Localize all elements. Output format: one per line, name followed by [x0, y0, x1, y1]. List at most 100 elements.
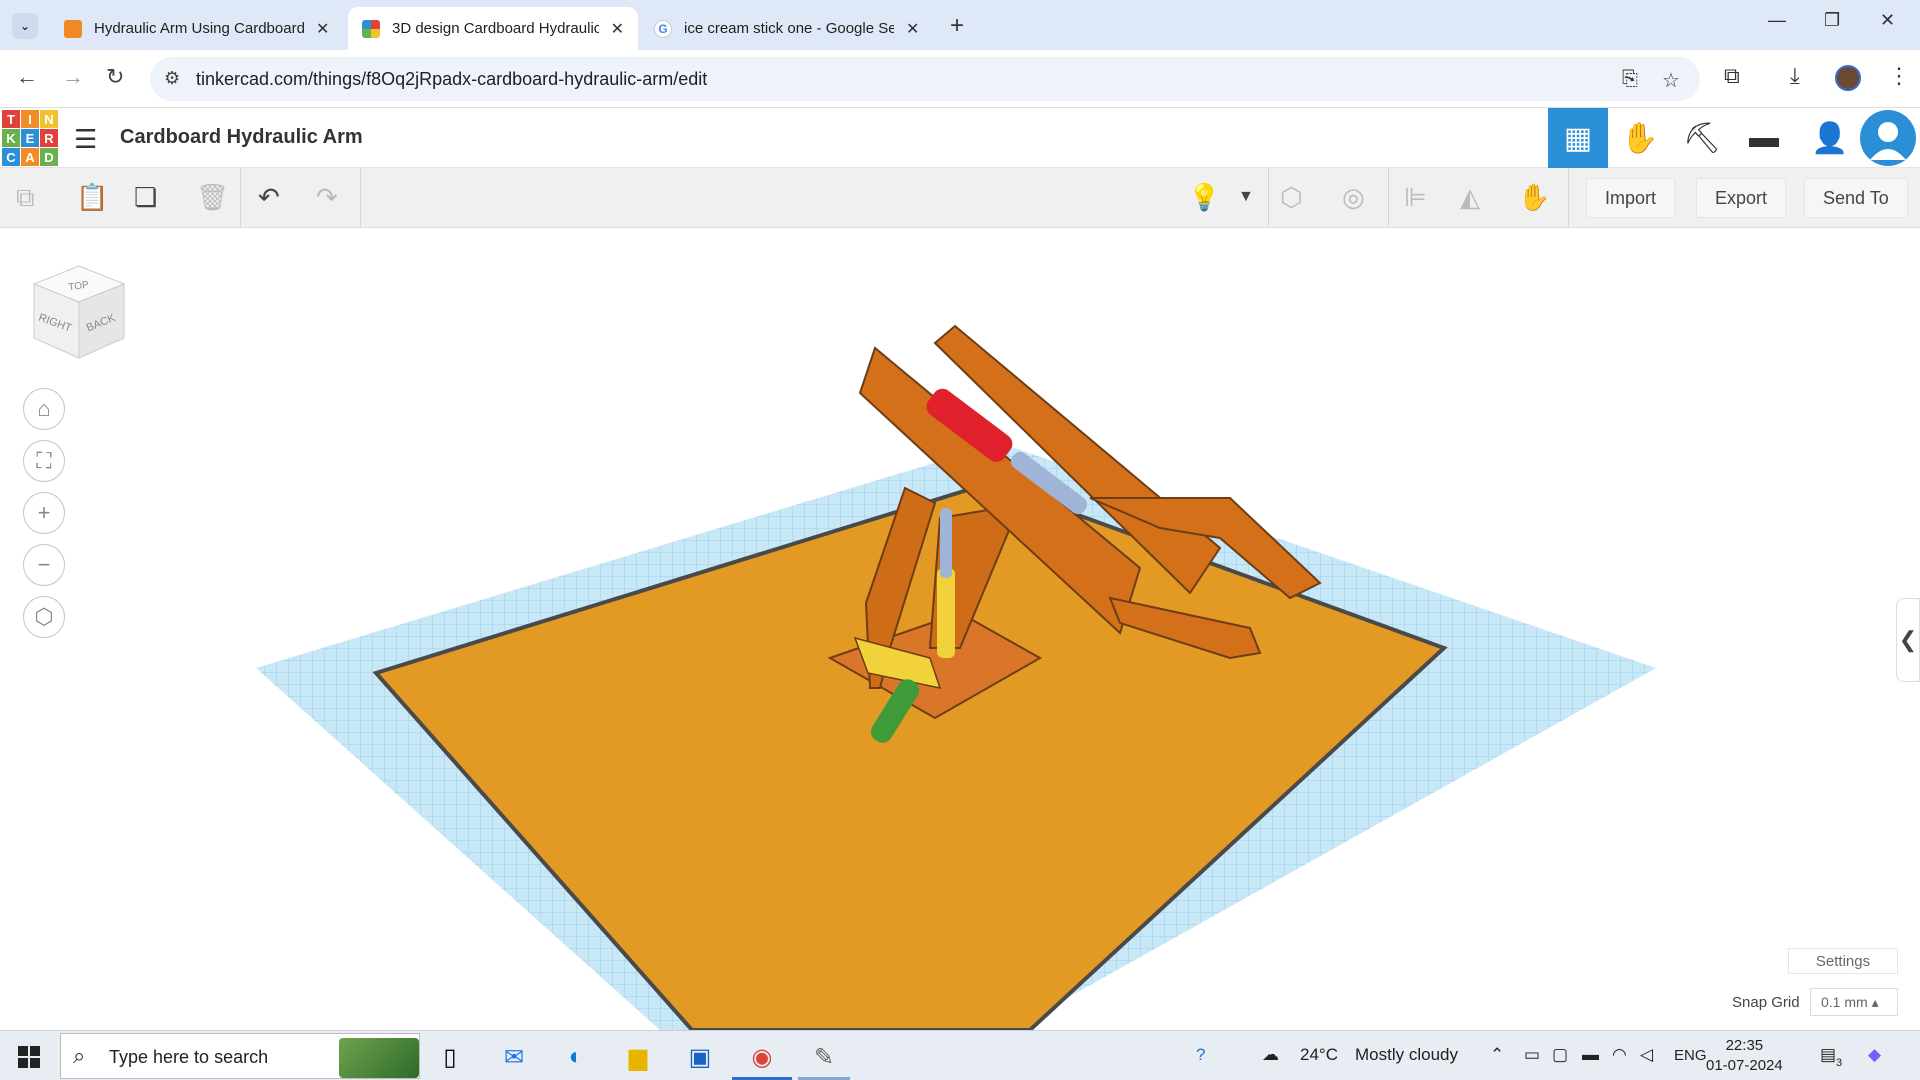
- taskbar-search[interactable]: ⌕ Type here to search: [60, 1033, 420, 1079]
- ungroup-icon[interactable]: ◎: [1342, 182, 1365, 213]
- redo-icon[interactable]: ↷: [316, 182, 338, 213]
- notification-count: 3: [1836, 1057, 1843, 1069]
- site-info-icon[interactable]: ⚙: [164, 68, 180, 89]
- windows-start-icon[interactable]: [18, 1046, 40, 1068]
- zoom-out-icon[interactable]: −: [23, 544, 65, 586]
- battery-icon[interactable]: ▬: [1582, 1045, 1599, 1065]
- duplicate-icon[interactable]: ❏: [134, 182, 157, 213]
- extensions-icon[interactable]: ⧉: [1724, 63, 1740, 89]
- logo-letter: E: [21, 129, 39, 147]
- reload-icon[interactable]: ↻: [106, 64, 124, 90]
- chrome-icon[interactable]: ◉: [746, 1041, 778, 1073]
- tinkercad-logo[interactable]: T I N K E R C A D: [2, 110, 58, 166]
- weather-icon[interactable]: ☁: [1262, 1045, 1279, 1065]
- lightbulb-icon[interactable]: 💡: [1188, 182, 1220, 213]
- tab-title: ice cream stick one - Google Se: [684, 20, 894, 37]
- help-icon[interactable]: ?: [1196, 1045, 1205, 1065]
- divider: [1268, 168, 1269, 228]
- panel-expand-icon[interactable]: ❮: [1896, 598, 1920, 682]
- logo-letter: T: [2, 110, 20, 128]
- paste-icon[interactable]: 📋: [76, 182, 108, 213]
- snap-grid-select[interactable]: 0.1 mm ▴: [1810, 988, 1898, 1016]
- new-tab-button[interactable]: +: [950, 12, 964, 40]
- tinkercad-header: T I N K E R C A D ☰ Cardboard Hydraulic …: [0, 108, 1920, 168]
- grid-view-icon[interactable]: ▦: [1548, 108, 1608, 168]
- tab-title: 3D design Cardboard Hydraulic: [392, 20, 599, 37]
- close-tab-icon[interactable]: ✕: [611, 19, 624, 39]
- tray-overflow-icon[interactable]: ⌃: [1490, 1045, 1504, 1065]
- weather-desc: Mostly cloudy: [1355, 1045, 1458, 1064]
- bookmark-star-icon[interactable]: ☆: [1662, 68, 1680, 93]
- tinkercad-favicon-icon: [362, 19, 380, 38]
- forward-icon[interactable]: →: [62, 64, 84, 90]
- divider: [1388, 168, 1389, 228]
- group-icon[interactable]: ⬡: [1280, 182, 1303, 213]
- copy-icon[interactable]: ⧉: [16, 182, 35, 214]
- url-text: tinkercad.com/things/f8Oq2jRpadx-cardboa…: [196, 69, 708, 89]
- edge-icon[interactable]: ◐: [560, 1041, 592, 1073]
- browser-tabbar: ⌄ Hydraulic Arm Using Cardboard ✕ 3D des…: [0, 0, 1920, 50]
- divider: [240, 168, 241, 228]
- browser-profile-avatar[interactable]: [1835, 65, 1861, 91]
- url-field[interactable]: ⚙ tinkercad.com/things/f8Oq2jRpadx-cardb…: [150, 57, 1700, 101]
- mirror-icon[interactable]: ◭: [1460, 182, 1480, 213]
- dropdown-caret-icon[interactable]: ▼: [1238, 188, 1254, 206]
- windows-taskbar: ⌕ Type here to search ▯ ✉ ◐ ▆ ▣ ◉ ✎ ? ☁ …: [0, 1030, 1920, 1080]
- clock[interactable]: 22:35 01-07-2024: [1706, 1036, 1783, 1076]
- 3d-scene[interactable]: [0, 228, 1920, 1030]
- fit-view-icon[interactable]: ⛶: [23, 440, 65, 482]
- paint-icon[interactable]: ✎: [808, 1041, 840, 1073]
- restore-icon[interactable]: ❐: [1824, 10, 1840, 31]
- perspective-icon[interactable]: ⬡: [23, 596, 65, 638]
- tab-3d-design[interactable]: 3D design Cardboard Hydraulic ✕: [348, 7, 638, 50]
- codeblocks-icon[interactable]: ✋: [1610, 108, 1670, 168]
- wifi-icon[interactable]: ◠: [1612, 1045, 1627, 1065]
- home-view-icon[interactable]: ⌂: [23, 388, 65, 430]
- workplane-canvas[interactable]: TOP RIGHT BACK ⌂ ⛶ + − ⬡ ❮ Settings Snap…: [0, 228, 1920, 1030]
- downloads-icon[interactable]: ⤓: [1790, 63, 1800, 89]
- undo-icon[interactable]: ↶: [258, 182, 280, 213]
- bricks-icon[interactable]: ▬: [1734, 108, 1794, 168]
- settings-button[interactable]: Settings: [1788, 948, 1898, 974]
- clock-date: 01-07-2024: [1706, 1057, 1783, 1074]
- volume-icon[interactable]: ◁: [1640, 1045, 1653, 1065]
- tab-hydraulic-arm[interactable]: Hydraulic Arm Using Cardboard ✕: [50, 7, 343, 50]
- browser-menu-icon[interactable]: ⋮: [1888, 63, 1910, 89]
- tab-search-dropdown[interactable]: ⌄: [12, 13, 38, 39]
- notifications-icon[interactable]: ▤: [1820, 1045, 1836, 1065]
- send-to-button[interactable]: Send To: [1804, 178, 1908, 218]
- delete-icon[interactable]: 🗑: [196, 182, 229, 213]
- copilot-icon[interactable]: ◆: [1868, 1045, 1881, 1065]
- meet-icon[interactable]: ▭: [1524, 1045, 1540, 1065]
- export-button[interactable]: Export: [1696, 178, 1787, 218]
- view-cube[interactable]: TOP RIGHT BACK: [24, 258, 134, 368]
- import-button[interactable]: Import: [1586, 178, 1676, 218]
- mail-icon[interactable]: ✉: [498, 1041, 530, 1073]
- back-icon[interactable]: ←: [16, 64, 38, 90]
- logo-letter: C: [2, 148, 20, 166]
- profile-icon[interactable]: [1860, 110, 1916, 166]
- store-icon[interactable]: ▣: [684, 1041, 716, 1073]
- edit-toolbar: ⧉ 📋 ❏ 🗑 ↶ ↷ 💡 ▼ ⬡ ◎ ⊫ ◭ ✋ Import Export …: [0, 168, 1920, 228]
- design-title[interactable]: Cardboard Hydraulic Arm: [120, 126, 363, 149]
- close-tab-icon[interactable]: ✕: [316, 19, 329, 39]
- close-tab-icon[interactable]: ✕: [906, 19, 919, 39]
- instructables-favicon-icon: [64, 19, 82, 38]
- install-app-icon[interactable]: ⎘: [1622, 68, 1638, 91]
- tab-title: Hydraulic Arm Using Cardboard: [94, 20, 304, 37]
- cruise-icon[interactable]: ✋: [1518, 182, 1550, 213]
- minecraft-pickaxe-icon[interactable]: ⛏: [1672, 108, 1732, 168]
- logo-letter: D: [40, 148, 58, 166]
- add-user-icon[interactable]: 👤: [1800, 108, 1860, 168]
- design-list-icon[interactable]: ☰: [74, 124, 97, 155]
- zoom-in-icon[interactable]: +: [23, 492, 65, 534]
- file-explorer-icon[interactable]: ▆: [622, 1041, 654, 1073]
- tab-google-search[interactable]: G ice cream stick one - Google Se ✕: [640, 7, 933, 50]
- minimize-icon[interactable]: —: [1768, 10, 1786, 31]
- close-window-icon[interactable]: ✕: [1880, 10, 1895, 31]
- task-view-icon[interactable]: ▯: [434, 1041, 466, 1073]
- language-indicator[interactable]: ENG: [1674, 1047, 1707, 1064]
- align-icon[interactable]: ⊫: [1404, 182, 1427, 213]
- weather-temp: 24°C: [1300, 1045, 1338, 1064]
- display-icon[interactable]: ▢: [1552, 1045, 1568, 1065]
